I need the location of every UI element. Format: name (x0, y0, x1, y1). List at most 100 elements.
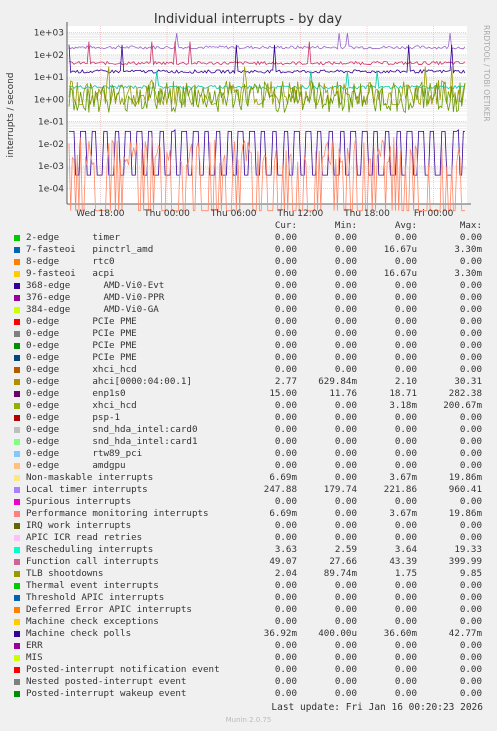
legend-swatch (14, 355, 20, 361)
legend-avg: 0.00 (394, 532, 417, 543)
legend-name: Nested posted-interrupt event (26, 676, 187, 687)
legend-swatch (14, 343, 20, 349)
legend-avg: 3.67m (389, 472, 417, 483)
legend-swatch (14, 403, 20, 409)
x-ticks: Wed 18:00 Thu 00:00 Thu 06:00 Thu 12:00 Thu … (76, 209, 454, 219)
legend-max: 0.00 (459, 304, 482, 315)
legend-avg: 0.00 (394, 304, 417, 315)
y-tick-label: 1e-04 (38, 184, 64, 194)
legend-max: 0.00 (459, 688, 482, 699)
last-update: Last update: Fri Jan 16 00:20:23 2026 (271, 702, 483, 713)
legend-row: 368-edge AMD-Vi0-Evt 0.00 0.00 0.00 0.00 (0, 280, 497, 292)
legend-swatch (14, 679, 20, 685)
legend-name: 2-edge timer (26, 232, 121, 243)
legend-avg: 16.67u (383, 268, 417, 279)
legend-row: 384-edge AMD-Vi0-GA 0.00 0.00 0.00 0.00 (0, 304, 497, 316)
y-tick-label: 1e+03 (34, 29, 64, 39)
legend-swatch (14, 595, 20, 601)
legend-swatch (14, 367, 20, 373)
legend-avg: 221.86 (383, 484, 417, 495)
legend-row: Machine check polls 36.92m 400.00u 36.60m 42… (0, 628, 497, 640)
legend-swatch (14, 499, 20, 505)
legend-swatch (14, 523, 20, 529)
y-tick-label: 1e+01 (34, 73, 64, 83)
legend-max: 399.99 (448, 556, 482, 567)
legend-max: 0.00 (459, 640, 482, 651)
legend-max: 19.86m (448, 472, 482, 483)
legend-max: 3.30m (454, 244, 482, 255)
legend-swatch (14, 667, 20, 673)
legend-row: Function call interrupts 49.07 27.66 43.39 3… (0, 556, 497, 568)
legend-avg: 0.00 (394, 256, 417, 267)
legend-swatch (14, 547, 20, 553)
legend-swatch (14, 511, 20, 517)
legend-row: 0-edge PCIe PME 0.00 0.00 0.00 0.00 (0, 316, 497, 328)
legend-max: 0.00 (459, 520, 482, 531)
legend-swatch (14, 571, 20, 577)
legend-max: 19.86m (448, 508, 482, 519)
legend-swatch (14, 283, 20, 289)
legend-name: Deferred Error APIC interrupts (26, 604, 192, 615)
legend-row: IRQ work interrupts 0.00 0.00 0.00 0.00 (0, 520, 497, 532)
legend-name: TLB shootdowns (26, 568, 104, 579)
legend-row: 0-edge xhci_hcd 0.00 0.00 0.00 0.00 (0, 364, 497, 376)
legend-row: 7-fasteoi pinctrl_amd 0.00 0.00 16.67u 3.30m (0, 244, 497, 256)
legend-swatch (14, 319, 20, 325)
header-avg: Avg: (394, 220, 417, 231)
legend-swatch (14, 307, 20, 313)
legend-name: Posted-interrupt wakeup event (26, 688, 187, 699)
legend-row: 0-edge PCIe PME 0.00 0.00 0.00 0.00 (0, 340, 497, 352)
y-tick-label: 1e-01 (38, 118, 64, 128)
legend-max: 0.00 (459, 580, 482, 591)
legend-max: 0.00 (459, 448, 482, 459)
legend-name: 7-fasteoi pinctrl_amd (26, 244, 154, 255)
legend-swatch (14, 535, 20, 541)
legend-max: 0.00 (459, 340, 482, 351)
legend-avg: 0.00 (394, 580, 417, 591)
legend-avg: 0.00 (394, 592, 417, 603)
x-tick-label: Fri 00:00 (414, 209, 454, 219)
legend-row: Posted-interrupt notification event 0.00 0… (0, 664, 497, 676)
legend-swatch (14, 583, 20, 589)
legend-name: IRQ work interrupts (26, 520, 132, 531)
legend-row: MIS 0.00 0.00 0.00 0.00 (0, 652, 497, 664)
legend-max: 0.00 (459, 652, 482, 663)
legend-swatch (14, 643, 20, 649)
legend-row: 0-edge ahci[0000:04:00.1] 2.77 629.84m 2.10… (0, 376, 497, 388)
x-tick-label: Wed 18:00 (76, 209, 125, 219)
legend-name: 0-edge enp1s0 (26, 388, 126, 399)
legend-avg: 3.18m (389, 400, 417, 411)
legend-swatch (14, 691, 20, 697)
legend-row: Thermal event interrupts 0.00 0.00 0.00 0.00 (0, 580, 497, 592)
legend-name: MIS (26, 652, 43, 663)
legend-max: 9.85 (459, 568, 482, 579)
legend-row: 2-edge timer 0.00 0.00 0.00 0.00 (0, 232, 497, 244)
legend-row: 0-edge enp1s0 15.00 11.76 18.71 282.38 (0, 388, 497, 400)
legend-max: 0.00 (459, 532, 482, 543)
legend-max: 0.00 (459, 604, 482, 615)
legend-max: 960.41 (448, 484, 482, 495)
legend-avg: 3.64 (394, 544, 417, 555)
legend-swatch (14, 295, 20, 301)
legend-swatch (14, 631, 20, 637)
legend-name: Rescheduling interrupts (26, 544, 154, 555)
legend-avg: 0.00 (394, 496, 417, 507)
legend-avg: 0.00 (394, 676, 417, 687)
legend-avg: 0.00 (394, 448, 417, 459)
legend-name: 0-edge PCIe PME (26, 316, 137, 327)
legend-swatch (14, 247, 20, 253)
legend-avg: 0.00 (394, 328, 417, 339)
y-tick-label: 1e-03 (38, 162, 64, 172)
legend-name: 0-edge psp-1 (26, 412, 121, 423)
legend-avg: 0.00 (394, 640, 417, 651)
legend-avg: 36.60m (383, 628, 417, 639)
interrupts-chart: Individual interrupts - by day interrupt… (6, 12, 491, 219)
legend-name: 0-edge ahci[0000:04:00.1] (26, 376, 192, 387)
legend-avg: 0.00 (394, 460, 417, 471)
legend-name: Machine check polls (26, 628, 132, 639)
legend-max: 282.38 (448, 388, 482, 399)
legend-name: 376-edge AMD-Vi0-PPR (26, 292, 165, 303)
legend-name: 0-edge PCIe PME (26, 340, 137, 351)
legend-swatch (14, 439, 20, 445)
legend-rows: 2-edge timer 0.00 0.00 0.00 0.00 7-fasteoi pi… (0, 232, 497, 700)
